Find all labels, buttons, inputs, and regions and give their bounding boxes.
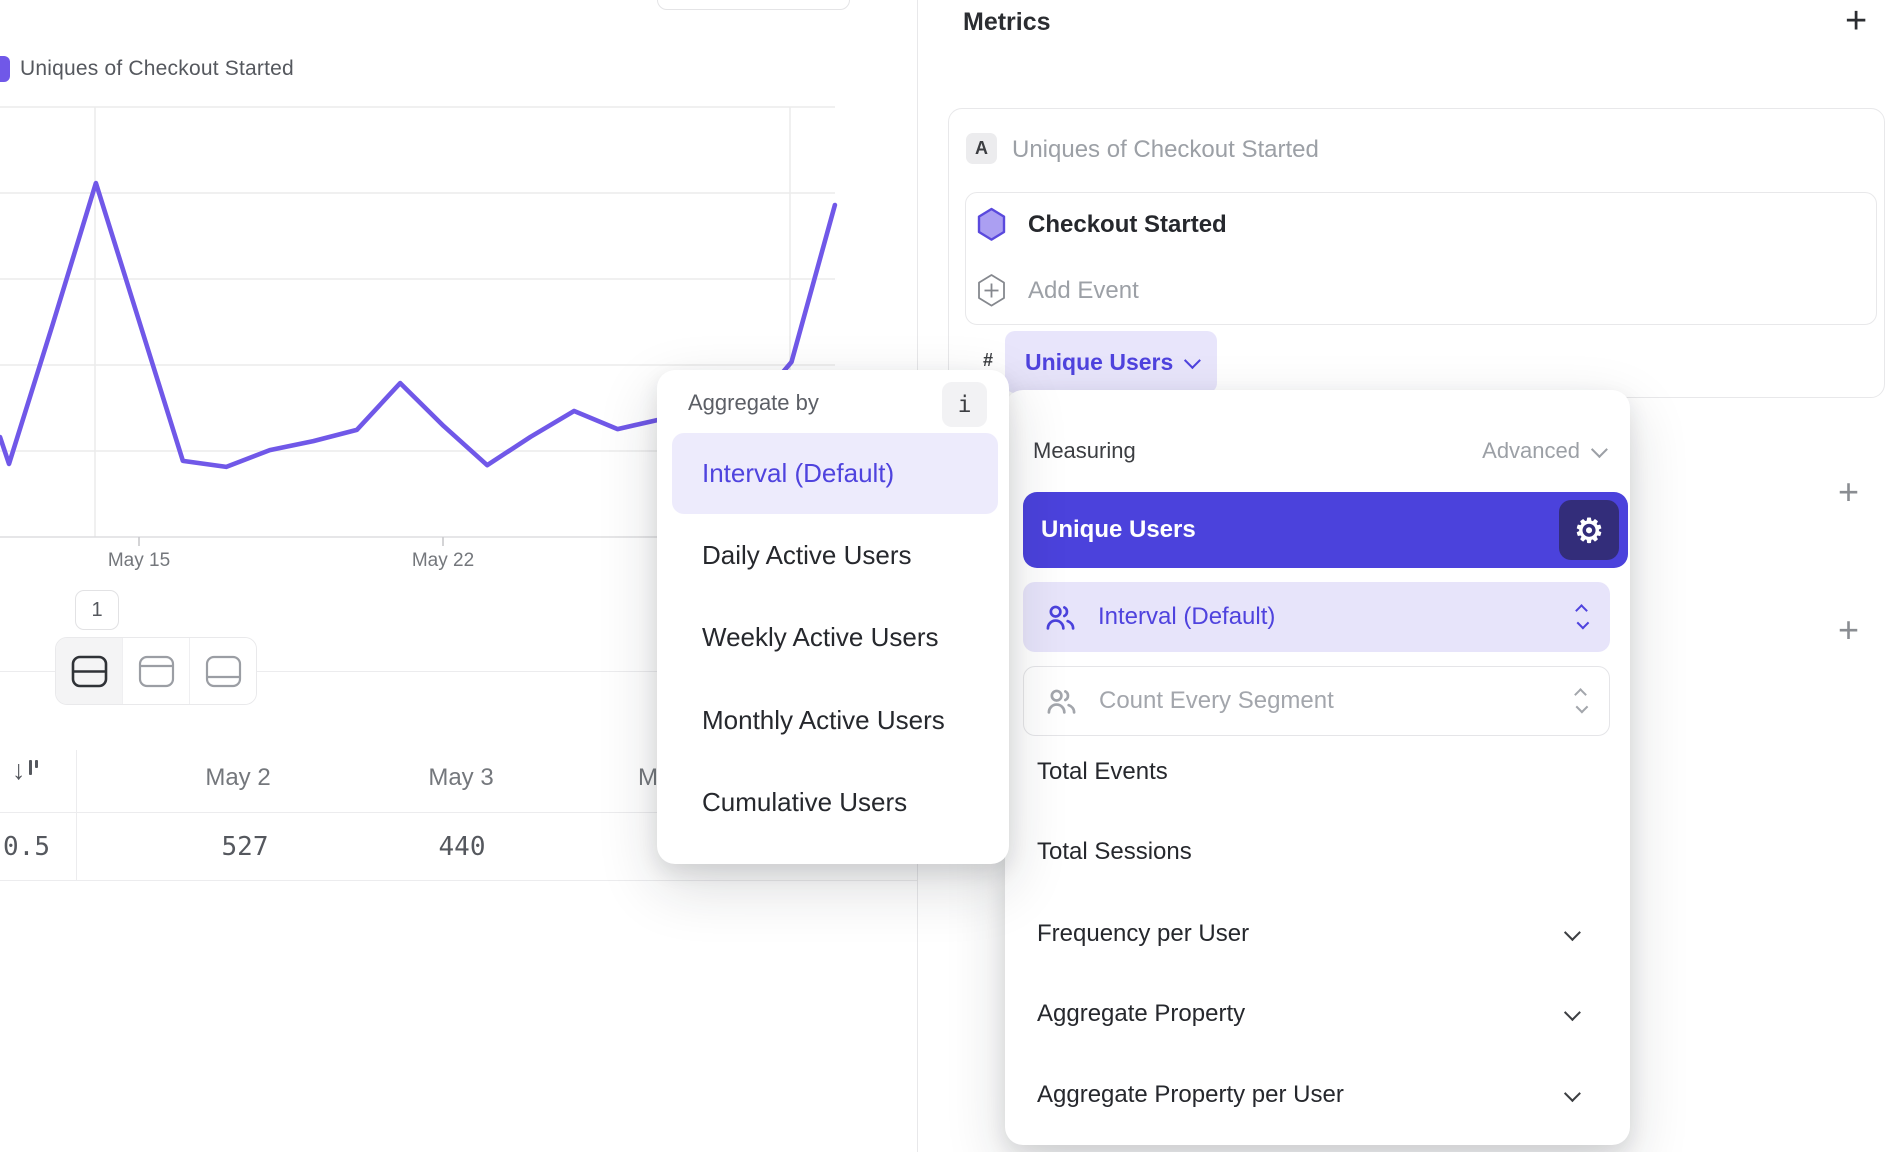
measuring-title: Measuring bbox=[1033, 438, 1136, 464]
page-number-button[interactable]: 1 bbox=[75, 590, 119, 630]
add-filter-icon[interactable]: + bbox=[1838, 474, 1859, 510]
menu-item-aggregate-property-per-user[interactable]: Aggregate Property per User bbox=[1037, 1081, 1597, 1109]
menu-item-label: Total Sessions bbox=[1037, 838, 1192, 866]
chevron-down-icon bbox=[1564, 1004, 1581, 1021]
menu-item-count-every-segment[interactable]: Count Every Segment bbox=[1023, 666, 1610, 736]
chart-legend[interactable]: Uniques of Checkout Started bbox=[0, 56, 294, 82]
metrics-panel-title: Metrics bbox=[963, 8, 1051, 37]
footer-bottom-icon bbox=[205, 655, 242, 688]
add-event-button[interactable]: Add Event bbox=[1028, 277, 1139, 305]
table-value-cell: 440 bbox=[439, 832, 486, 862]
layout-header-top-button[interactable] bbox=[123, 638, 190, 704]
add-event-hexagon-icon bbox=[976, 273, 1007, 313]
menu-item-frequency-per-user[interactable]: Frequency per User bbox=[1037, 920, 1597, 948]
menu-item-interval-default[interactable]: Interval (Default) bbox=[672, 433, 998, 514]
aggregate-by-title: Aggregate by bbox=[688, 390, 819, 416]
people-icon bbox=[1045, 604, 1076, 631]
table-header-cell[interactable]: May 2 bbox=[205, 764, 270, 792]
metric-card-title: Uniques of Checkout Started bbox=[1012, 136, 1319, 164]
layout-split-rows-button[interactable] bbox=[56, 638, 123, 704]
hash-symbol: # bbox=[983, 350, 993, 371]
menu-item-label: Total Events bbox=[1037, 758, 1168, 786]
select-updown-icon bbox=[1577, 606, 1586, 629]
table-column-divider bbox=[76, 750, 77, 880]
select-updown-icon bbox=[1576, 690, 1585, 713]
menu-item-label: Frequency per User bbox=[1037, 920, 1249, 948]
advanced-toggle[interactable]: Advanced bbox=[1482, 438, 1604, 464]
table-value-cell: 527 bbox=[222, 832, 269, 862]
x-tick-label: May 22 bbox=[412, 550, 474, 572]
menu-item-aggregate-property[interactable]: Aggregate Property bbox=[1037, 1000, 1597, 1028]
measure-type-chip[interactable]: Unique Users bbox=[1005, 331, 1217, 393]
menu-item-total-events[interactable]: Total Events bbox=[1037, 758, 1597, 786]
legend-label: Uniques of Checkout Started bbox=[20, 57, 294, 81]
layout-toggle-group bbox=[55, 637, 257, 705]
chevron-down-icon bbox=[1591, 441, 1608, 458]
menu-item-monthly-active-users[interactable]: Monthly Active Users bbox=[702, 705, 945, 736]
menu-item-label: Aggregate Property bbox=[1037, 1000, 1245, 1028]
menu-item-label: Count Every Segment bbox=[1099, 687, 1334, 715]
cropped-toolbar-button[interactable] bbox=[657, 0, 850, 10]
layout-footer-bottom-button[interactable] bbox=[190, 638, 256, 704]
menu-item-unique-users-selected[interactable]: Unique Users ⚙ bbox=[1023, 492, 1628, 568]
table-row-border bbox=[0, 880, 917, 881]
menu-item-cumulative-users[interactable]: Cumulative Users bbox=[702, 787, 907, 818]
header-top-icon bbox=[138, 655, 175, 688]
table-row-label: 0.5 bbox=[0, 832, 50, 862]
chevron-down-icon bbox=[1564, 1085, 1581, 1102]
event-hexagon-icon bbox=[976, 207, 1007, 247]
sort-descending-icon[interactable]: ↓ bbox=[12, 757, 38, 784]
measure-chip-label: Unique Users bbox=[1025, 349, 1173, 376]
split-rows-icon bbox=[71, 655, 108, 688]
x-tick-label: May 15 bbox=[108, 550, 170, 572]
menu-item-interval-default-[interactable]: Interval (Default) bbox=[1023, 582, 1610, 652]
menu-item-label: Aggregate Property per User bbox=[1037, 1081, 1344, 1109]
info-button[interactable]: i bbox=[942, 382, 987, 427]
gear-icon[interactable]: ⚙ bbox=[1559, 500, 1619, 560]
people-icon bbox=[1046, 688, 1077, 715]
menu-item-total-sessions[interactable]: Total Sessions bbox=[1037, 838, 1597, 866]
add-breakdown-icon[interactable]: + bbox=[1838, 612, 1859, 648]
series-letter-badge: A bbox=[966, 133, 997, 164]
menu-item-label: Interval (Default) bbox=[1098, 603, 1275, 631]
legend-swatch-icon bbox=[0, 56, 10, 82]
add-metric-icon[interactable]: + bbox=[1845, 2, 1867, 40]
menu-item-weekly-active-users[interactable]: Weekly Active Users bbox=[702, 622, 938, 653]
table-header-cell[interactable]: May 3 bbox=[428, 764, 493, 792]
chevron-down-icon bbox=[1564, 924, 1581, 941]
selected-measure-label: Unique Users bbox=[1041, 516, 1196, 544]
chevron-down-icon bbox=[1184, 352, 1201, 369]
menu-item-daily-active-users[interactable]: Daily Active Users bbox=[702, 540, 912, 571]
advanced-label: Advanced bbox=[1482, 438, 1580, 464]
table-header-cell[interactable]: M bbox=[638, 764, 658, 792]
aggregate-by-menu: Aggregate by i Interval (Default) Daily … bbox=[657, 370, 1009, 864]
measuring-menu: Measuring Advanced Unique Users ⚙ Interv… bbox=[1005, 390, 1630, 1145]
event-name[interactable]: Checkout Started bbox=[1028, 211, 1227, 239]
